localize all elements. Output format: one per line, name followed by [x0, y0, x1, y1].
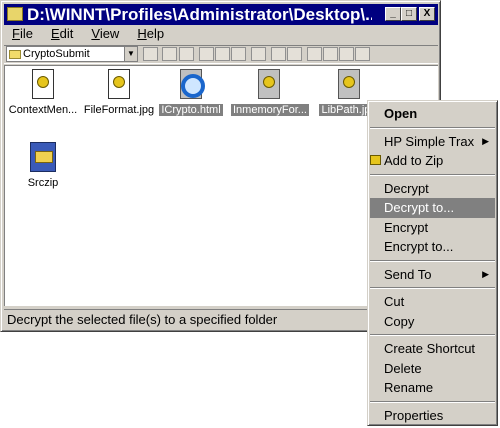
file-name: ContextMen...	[8, 104, 78, 116]
zip-icon	[370, 155, 381, 165]
menu-file[interactable]: File	[12, 26, 33, 44]
menu-bar: File Edit View Help	[4, 26, 438, 44]
folder-icon	[7, 7, 23, 21]
menu-item-label: HP Simple Trax	[384, 133, 475, 149]
menu-item-rename[interactable]: Rename	[370, 378, 495, 398]
menu-separator	[370, 284, 495, 292]
gray-doc-icon	[338, 69, 360, 99]
properties-icon[interactable]	[287, 47, 302, 61]
menu-item-label: Send To	[384, 266, 432, 282]
file-name: FileFormat.jpg	[83, 104, 155, 116]
large-icons-view-icon[interactable]	[307, 47, 322, 61]
submenu-arrow-icon: ▶	[482, 135, 489, 146]
delete-icon[interactable]	[271, 47, 286, 61]
submenu-arrow-icon: ▶	[482, 268, 489, 279]
menu-item-create-shortcut[interactable]: Create Shortcut	[370, 339, 495, 359]
menu-item-open[interactable]: Open	[370, 104, 495, 124]
cut-icon[interactable]	[199, 47, 214, 61]
menu-item-label: Add to Zip	[384, 153, 444, 168]
window-title: D:\WINNT\Profiles\Administrator\Desktop\…	[27, 5, 372, 24]
file-item[interactable]: InmemoryFor...	[231, 69, 309, 116]
menu-separator	[370, 257, 495, 265]
context-doc-icon	[32, 69, 54, 99]
toolbar: CryptoSubmit ▼	[4, 45, 438, 64]
maximize-button[interactable]: □	[401, 7, 417, 21]
undo-icon[interactable]	[251, 47, 266, 61]
menu-item-delete[interactable]: Delete	[370, 359, 495, 379]
list-view-icon[interactable]	[339, 47, 354, 61]
copy-icon[interactable]	[215, 47, 230, 61]
menu-item-hp-simple-trax[interactable]: HP Simple Trax ▶	[370, 132, 495, 152]
jpg-doc-icon	[108, 69, 130, 99]
close-button[interactable]: X	[419, 7, 435, 21]
zip-archive-icon	[30, 142, 56, 172]
menu-item-encrypt-to[interactable]: Encrypt to...	[370, 237, 495, 257]
folder-icon	[9, 50, 21, 59]
menu-separator	[370, 398, 495, 406]
file-name: InmemoryFor...	[231, 104, 309, 116]
file-name: Srczip	[27, 177, 59, 189]
minimize-button[interactable]: _	[385, 7, 401, 21]
file-name: ICrypto.html	[159, 104, 223, 116]
disconnect-drive-icon[interactable]	[179, 47, 194, 61]
context-menu: Open HP Simple Trax ▶ Add to Zip Decrypt…	[367, 100, 498, 426]
menu-item-add-to-zip[interactable]: Add to Zip	[370, 151, 495, 171]
address-value: CryptoSubmit	[23, 48, 90, 60]
chevron-down-icon[interactable]: ▼	[124, 47, 137, 61]
menu-item-decrypt-to[interactable]: Decrypt to...	[370, 198, 495, 218]
up-folder-icon[interactable]	[143, 47, 158, 61]
menu-edit[interactable]: Edit	[51, 26, 73, 44]
menu-separator	[370, 171, 495, 179]
file-item[interactable]: Srczip	[5, 142, 81, 189]
paste-icon[interactable]	[231, 47, 246, 61]
small-icons-view-icon[interactable]	[323, 47, 338, 61]
menu-help[interactable]: Help	[137, 26, 164, 44]
menu-item-encrypt[interactable]: Encrypt	[370, 218, 495, 238]
menu-separator	[370, 331, 495, 339]
file-item[interactable]: ICrypto.html	[153, 69, 229, 116]
file-item[interactable]: ContextMen...	[5, 69, 81, 116]
file-item[interactable]: FileFormat.jpg	[81, 69, 157, 116]
title-bar[interactable]: D:\WINNT\Profiles\Administrator\Desktop\…	[4, 4, 438, 25]
gray-doc-icon	[258, 69, 280, 99]
menu-item-decrypt[interactable]: Decrypt	[370, 179, 495, 199]
map-drive-icon[interactable]	[162, 47, 177, 61]
menu-item-properties[interactable]: Properties	[370, 406, 495, 426]
ie-html-icon	[180, 69, 205, 99]
menu-view[interactable]: View	[91, 26, 119, 44]
menu-item-copy[interactable]: Copy	[370, 312, 495, 332]
menu-separator	[370, 124, 495, 132]
menu-item-send-to[interactable]: Send To ▶	[370, 265, 495, 285]
menu-item-cut[interactable]: Cut	[370, 292, 495, 312]
details-view-icon[interactable]	[355, 47, 370, 61]
address-dropdown[interactable]: CryptoSubmit ▼	[6, 46, 138, 62]
